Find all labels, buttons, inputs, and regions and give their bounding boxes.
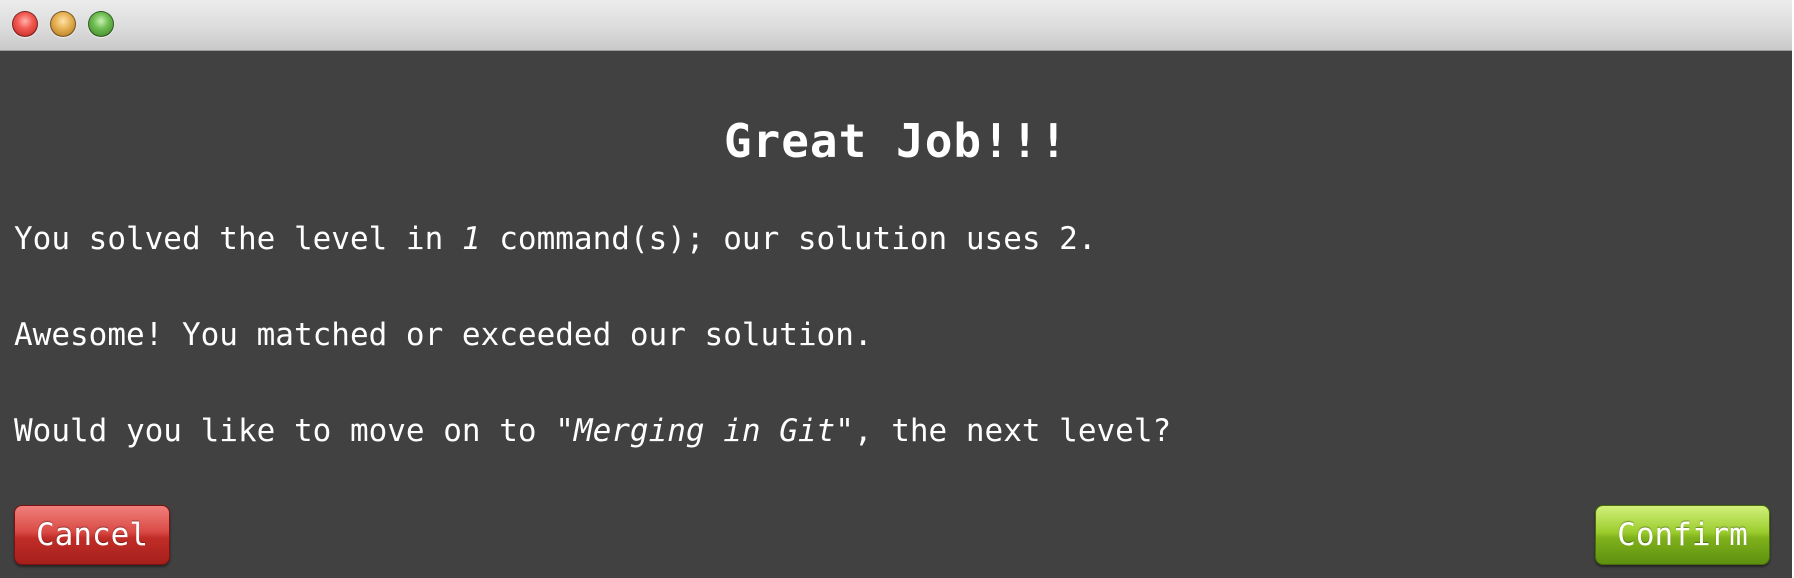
title-bar [0, 0, 1792, 51]
close-window-button[interactable] [12, 11, 38, 37]
minimize-window-button[interactable] [50, 11, 76, 37]
dialog-heading: Great Job!!! [723, 114, 1069, 168]
result-message: You solved the level in 1 command(s); ou… [14, 219, 1097, 259]
maximize-window-button[interactable] [88, 11, 114, 37]
next-level-name: Merging in Git [573, 413, 836, 449]
dialog-window: Great Job!!! You solved the level in 1 c… [0, 0, 1792, 578]
dialog-content: Great Job!!! You solved the level in 1 c… [0, 51, 1792, 578]
result-text-after: command(s); our solution uses 2. [480, 221, 1097, 257]
cancel-button[interactable]: Cancel [14, 505, 170, 565]
command-count: 1 [461, 221, 481, 257]
praise-message: Awesome! You matched or exceeded our sol… [14, 317, 873, 353]
prompt-text-before: Would you like to move on to " [14, 413, 574, 449]
confirm-button[interactable]: Confirm [1595, 505, 1770, 565]
next-level-prompt: Would you like to move on to "Merging in… [14, 411, 1171, 451]
result-text-before: You solved the level in [14, 221, 462, 257]
prompt-text-after: ", the next level? [835, 413, 1172, 449]
